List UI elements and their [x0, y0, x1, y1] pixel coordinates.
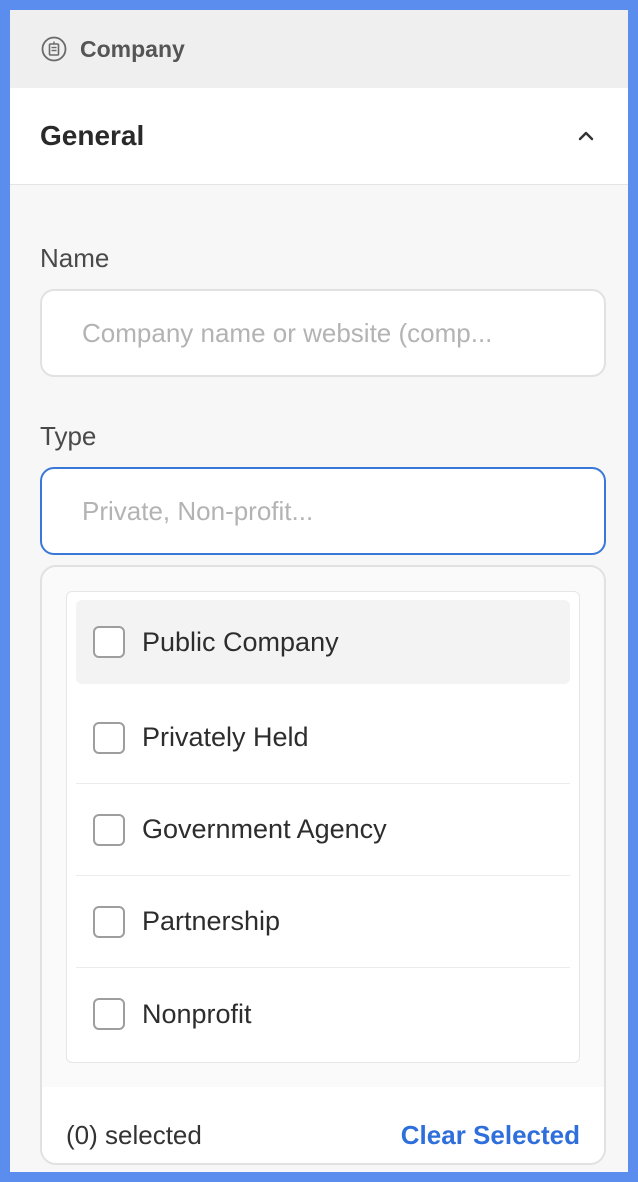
option-privately-held[interactable]: Privately Held — [76, 692, 570, 784]
type-label: Type — [40, 421, 97, 451]
option-partnership[interactable]: Partnership — [76, 876, 570, 968]
chevron-up-icon[interactable] — [574, 124, 598, 148]
section-body: Name Type Public Company Privately Held … — [10, 243, 628, 1165]
checkbox[interactable] — [93, 721, 125, 754]
clear-selected-button[interactable]: Clear Selected — [401, 1120, 580, 1151]
panel-header: Company — [10, 10, 628, 88]
option-label: Nonprofit — [142, 998, 252, 1029]
checkbox[interactable] — [93, 905, 125, 938]
option-government-agency[interactable]: Government Agency — [76, 784, 570, 876]
type-options-list: Public Company Privately Held Government… — [66, 591, 580, 1063]
section-title: General — [40, 120, 145, 151]
option-nonprofit[interactable]: Nonprofit — [76, 968, 570, 1060]
general-section-header[interactable]: General — [10, 88, 628, 185]
option-label: Privately Held — [142, 722, 309, 752]
option-label: Public Company — [142, 626, 339, 657]
checkbox[interactable] — [93, 998, 125, 1030]
option-public-company[interactable]: Public Company — [76, 600, 570, 684]
name-label: Name — [40, 243, 110, 273]
dropdown-footer: (0) selected Clear Selected — [42, 1087, 604, 1163]
panel-title: Company — [80, 35, 185, 62]
option-label: Government Agency — [142, 814, 387, 844]
checkbox[interactable] — [93, 626, 125, 658]
option-label: Partnership — [142, 906, 281, 936]
company-icon — [40, 35, 68, 63]
filter-panel: Company General Name Type Public Company… — [10, 10, 628, 1172]
type-dropdown: Public Company Privately Held Government… — [40, 565, 606, 1165]
type-input[interactable] — [40, 467, 606, 555]
checkbox[interactable] — [93, 813, 125, 846]
name-input[interactable] — [40, 289, 606, 377]
selected-count: (0) selected — [66, 1119, 202, 1150]
